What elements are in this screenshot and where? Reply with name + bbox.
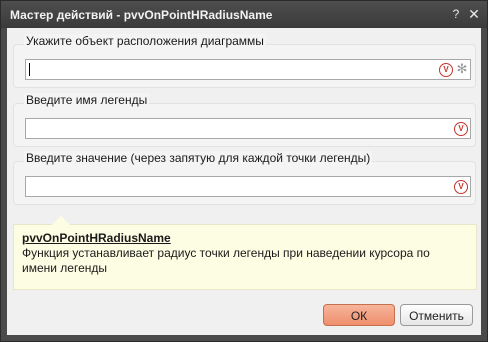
chart-location-field[interactable]: V ✻ [25, 59, 471, 80]
legend-name-input[interactable] [28, 120, 438, 135]
field-group-legend-values: Введите значение (через запятую для кажд… [13, 151, 476, 205]
help-pointer [52, 216, 70, 225]
chart-location-input[interactable] [28, 61, 438, 76]
field-label-legend-values: Введите значение (через запятую для кажд… [24, 151, 373, 165]
close-icon[interactable]: ✕ [466, 6, 482, 22]
field-group-chart-location: Укажите объект расположения диаграммы V … [13, 34, 476, 88]
dialog-content: Укажите объект расположения диаграммы V … [7, 28, 481, 293]
legend-name-field[interactable]: V [25, 118, 471, 139]
help-icon[interactable]: ? [448, 6, 464, 22]
ok-button[interactable]: ОК [323, 304, 395, 326]
validate-icon[interactable]: V [454, 180, 468, 194]
dialog-title: Мастер действий - pvvOnPointHRadiusName [10, 8, 273, 22]
function-help-box: pvvOnPointHRadiusName Функция устанавлив… [13, 216, 477, 290]
title-bar[interactable]: Мастер действий - pvvOnPointHRadiusName … [1, 1, 487, 28]
gear-icon[interactable]: ✻ [455, 62, 469, 76]
help-description: Функция устанавливает радиус точки леген… [22, 246, 430, 275]
legend-values-input[interactable] [28, 178, 438, 193]
dialog-footer: ОК Отменить [7, 293, 481, 335]
field-group-legend-name: Введите имя легенды V [13, 93, 476, 147]
legend-values-field[interactable]: V [25, 176, 471, 197]
action-wizard-dialog: Мастер действий - pvvOnPointHRadiusName … [0, 0, 488, 342]
cancel-button[interactable]: Отменить [400, 304, 473, 326]
validate-icon[interactable]: V [439, 63, 453, 77]
field-label-legend-name: Введите имя легенды [24, 93, 150, 107]
validate-icon[interactable]: V [454, 122, 468, 136]
text-cursor [29, 63, 30, 76]
field-label-chart-location: Укажите объект расположения диаграммы [24, 34, 266, 48]
help-title: pvvOnPointHRadiusName [22, 231, 171, 245]
